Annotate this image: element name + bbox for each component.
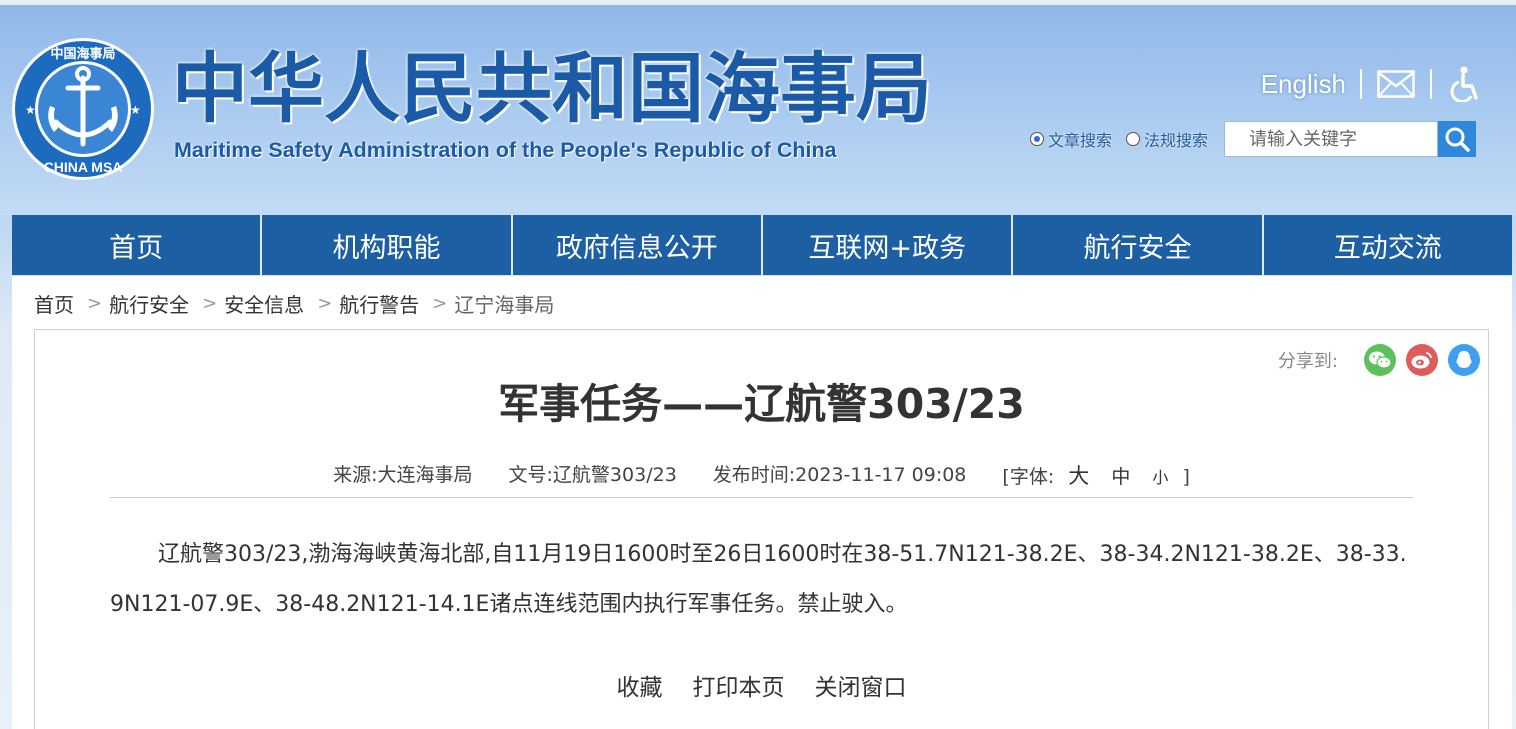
top-links: English (1261, 64, 1486, 104)
nav-item-functions[interactable]: 机构职能 (262, 215, 513, 275)
article-meta: 来源:大连海事局 文号:辽航警303/23 发布时间:2023-11-17 09… (35, 460, 1488, 490)
breadcrumb-navigation-safety[interactable]: 航行安全 (109, 289, 189, 318)
logo-text-top: 中国海事局 (50, 46, 115, 62)
article-source: 来源:大连海事局 (333, 464, 473, 486)
breadcrumb-safety-info[interactable]: 安全信息 (224, 289, 304, 318)
search-input[interactable] (1224, 121, 1439, 157)
msa-logo[interactable]: 中国海事局 CHINA MSA ★ ★ (10, 36, 156, 182)
font-size-label: [字体: (1002, 466, 1055, 488)
breadcrumb-separator: > (432, 292, 448, 314)
radio-article-search[interactable]: 文章搜索 (1030, 127, 1112, 151)
print-button[interactable]: 打印本页 (693, 668, 785, 702)
nav-item-internet-gov[interactable]: 互联网+政务 (763, 215, 1014, 275)
nav-item-navigation-safety[interactable]: 航行安全 (1013, 215, 1264, 275)
radio-law-search[interactable]: 法规搜索 (1126, 127, 1208, 151)
radio-button[interactable] (1126, 132, 1141, 146)
meta-divider (110, 497, 1413, 498)
breadcrumb-liaoning-msa[interactable]: 辽宁海事局 (454, 289, 554, 318)
radio-label: 文章搜索 (1048, 131, 1113, 150)
breadcrumb-home[interactable]: 首页 (34, 289, 74, 318)
favorite-button[interactable]: 收藏 (617, 668, 663, 702)
breadcrumb-separator: > (87, 292, 103, 314)
site-title-cn: 中华人民共和国海事局 (172, 44, 932, 133)
star-icon: ★ (25, 103, 36, 117)
english-link[interactable]: English (1261, 69, 1346, 100)
font-size-label-close: ] (1182, 466, 1190, 488)
article-actions: 收藏 打印本页 关闭窗口 (35, 668, 1488, 702)
main-nav: 首页 机构职能 政府信息公开 互联网+政务 航行安全 互动交流 (12, 215, 1512, 275)
font-size-medium[interactable]: 中 (1111, 466, 1130, 488)
divider (1360, 69, 1362, 99)
search-icon (1445, 127, 1470, 152)
article-publish-time: 发布时间:2023-11-17 09:08 (712, 464, 967, 486)
search-button[interactable] (1438, 121, 1477, 157)
article-container: 分享到: 军事任务——辽航警303/23 来源:大连海事局 文号:辽航警303/… (34, 329, 1489, 729)
star-icon: ★ (130, 103, 141, 117)
logo-text-bottom: CHINA MSA (44, 159, 123, 175)
search-area: 文章搜索 法规搜索 (1030, 121, 1477, 157)
article-body: 辽航警303/23,渤海海峡黄海北部,自11月19日1600时至26日1600时… (110, 542, 1407, 617)
accessibility-icon[interactable] (1446, 66, 1486, 102)
font-size-small[interactable]: 小 (1152, 468, 1168, 487)
breadcrumb-separator: > (317, 292, 333, 314)
site-header: 中国海事局 CHINA MSA ★ ★ 中华人民共和国海事局 Maritime … (0, 0, 1516, 215)
breadcrumb: 首页 > 航行安全 > 安全信息 > 航行警告 > 辽宁海事局 (12, 276, 1512, 330)
close-window-button[interactable]: 关闭窗口 (815, 668, 907, 702)
radio-label: 法规搜索 (1144, 131, 1209, 150)
font-size-control: [字体: 大 中 小 ] (1002, 460, 1189, 490)
nav-item-home[interactable]: 首页 (12, 215, 263, 275)
radio-button[interactable] (1030, 132, 1044, 146)
breadcrumb-separator: > (202, 292, 218, 314)
font-size-large[interactable]: 大 (1068, 464, 1089, 488)
nav-item-gov-info[interactable]: 政府信息公开 (513, 215, 763, 275)
mail-icon[interactable] (1376, 66, 1416, 102)
divider (1430, 69, 1432, 99)
article-doc-number: 文号:辽航警303/23 (508, 464, 677, 486)
nav-item-interaction[interactable]: 互动交流 (1264, 215, 1512, 275)
site-title-en: Maritime Safety Administration of the Pe… (174, 138, 837, 162)
breadcrumb-nav-warning[interactable]: 航行警告 (339, 289, 419, 318)
article-title: 军事任务——辽航警303/23 (498, 380, 1025, 428)
